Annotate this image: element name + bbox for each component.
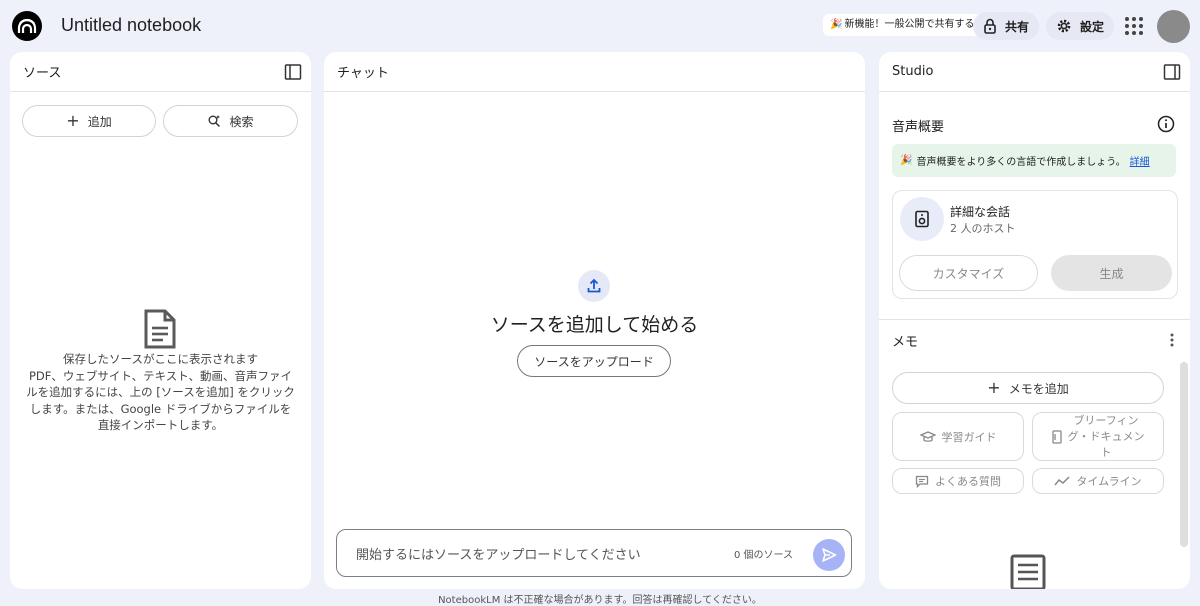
settings-label: 設定 bbox=[1080, 19, 1105, 34]
source-count: 0 個のソース bbox=[734, 550, 794, 561]
chat-input-placeholder: 開始するにはソースをアップロードしてください bbox=[356, 548, 641, 563]
add-source-label: 追加 bbox=[87, 114, 112, 129]
sparkle-search-icon bbox=[208, 115, 221, 128]
graduation-cap-icon bbox=[919, 430, 936, 442]
briefing-doc-button[interactable]: ブリーフィン グ・ドキュメン ト bbox=[1032, 412, 1164, 461]
speaker-icon bbox=[900, 197, 944, 241]
faq-button[interactable]: よくある質問 bbox=[892, 468, 1024, 494]
share-button[interactable]: 共有 bbox=[973, 12, 1040, 40]
sources-panel: ソース + 追加 検索 保存したソースがここに表示されます PDF、ウェブサイト… bbox=[10, 52, 311, 589]
search-source-button[interactable]: 検索 bbox=[163, 105, 298, 137]
studio-header: Studio bbox=[879, 52, 1190, 92]
sources-empty-state: 保存したソースがここに表示されます PDF、ウェブサイト、テキスト、動画、音声フ… bbox=[10, 351, 311, 434]
card-subtitle: 2 人のホスト bbox=[950, 222, 1016, 235]
notebooklm-logo-icon[interactable] bbox=[12, 11, 42, 41]
study-guide-label: 学習ガイド bbox=[941, 430, 997, 444]
new-feature-banner[interactable]: 🎉 新機能！一般公開で共有する bbox=[823, 14, 982, 36]
chat-title: チャット bbox=[337, 66, 389, 81]
language-info-banner: 🎉 音声概要をより多くの言語で作成しましょう。 詳細 bbox=[892, 144, 1176, 177]
upload-source-label: ソースをアップロード bbox=[534, 354, 654, 369]
search-source-label: 検索 bbox=[229, 114, 254, 129]
sources-header: ソース bbox=[10, 52, 311, 92]
audio-overview-title: 音声概要 bbox=[892, 120, 945, 135]
share-label: 共有 bbox=[1005, 19, 1030, 34]
briefing-label-2: グ・ドキュメン bbox=[1067, 429, 1145, 443]
memo-title: メモ bbox=[892, 335, 919, 350]
new-feature-text: 新機能！一般公開で共有する bbox=[844, 19, 975, 30]
document-icon bbox=[144, 309, 176, 349]
chat-header: チャット bbox=[324, 52, 865, 92]
studio-scrollbar[interactable] bbox=[1180, 362, 1188, 547]
empty-line-1: PDF、ウェブサイト、テキスト、動画、音声ファイ bbox=[28, 368, 293, 383]
study-guide-button[interactable]: 学習ガイド bbox=[892, 412, 1024, 461]
send-icon bbox=[822, 548, 837, 562]
apps-grid-icon[interactable] bbox=[1124, 16, 1144, 36]
customize-button[interactable]: カスタマイズ bbox=[899, 255, 1038, 291]
generate-button[interactable]: 生成 bbox=[1051, 255, 1172, 291]
more-vert-icon[interactable] bbox=[1169, 332, 1175, 348]
studio-panel: Studio 音声概要 🎉 音声概要をより多くの言語で作成しましょう。 詳細 詳… bbox=[879, 52, 1190, 589]
studio-title: Studio bbox=[892, 64, 934, 79]
audio-overview-card: 詳細な会話 2 人のホスト カスタマイズ 生成 bbox=[892, 190, 1178, 299]
send-button[interactable] bbox=[813, 539, 845, 571]
banner-details-link[interactable]: 詳細 bbox=[1130, 153, 1150, 168]
chat-panel: チャット ソースを追加して始める ソースをアップロード 開始するにはソースをアッ… bbox=[324, 52, 865, 589]
panel-collapse-icon[interactable] bbox=[284, 63, 302, 81]
banner-text: 音声概要をより多くの言語で作成しましょう。 bbox=[916, 157, 1126, 168]
empty-line-3: します。または、Google ドライブからファイルを bbox=[29, 401, 292, 416]
faq-icon bbox=[915, 475, 929, 488]
upload-icon bbox=[578, 270, 610, 302]
timeline-icon bbox=[1054, 476, 1070, 486]
lock-icon bbox=[984, 18, 996, 34]
faq-label: よくある質問 bbox=[935, 475, 1001, 488]
empty-line-2: ルを追加するには、上の [ソースを追加] をクリック bbox=[26, 385, 295, 399]
party-icon: 🎉 bbox=[900, 155, 913, 166]
empty-line-4: 直接インポートします。 bbox=[97, 418, 224, 432]
settings-button[interactable]: 設定 bbox=[1046, 12, 1115, 40]
generate-label: 生成 bbox=[1099, 266, 1124, 281]
briefing-label-3: ト bbox=[1100, 445, 1112, 459]
add-source-button[interactable]: + 追加 bbox=[22, 105, 156, 137]
plus-icon: + bbox=[987, 378, 1001, 397]
divider bbox=[879, 319, 1190, 320]
footer-disclaimer: NotebookLM は不正確な場合があります。回答は再確認してください。 bbox=[438, 595, 762, 606]
upload-source-button[interactable]: ソースをアップロード bbox=[517, 345, 671, 377]
add-memo-label: メモを追加 bbox=[1008, 381, 1069, 396]
plus-icon: + bbox=[66, 111, 80, 130]
timeline-label: タイムライン bbox=[1076, 475, 1142, 488]
timeline-button[interactable]: タイムライン bbox=[1032, 468, 1164, 494]
top-bar: Untitled notebook 🎉 新機能！一般公開で共有する 共有 設定 bbox=[0, 0, 1200, 52]
party-icon: 🎉 bbox=[830, 19, 843, 30]
panel-collapse-icon[interactable] bbox=[1163, 63, 1181, 81]
chat-empty-title: ソースを追加して始める bbox=[490, 314, 699, 336]
customize-label: カスタマイズ bbox=[932, 266, 1005, 281]
note-icon bbox=[1010, 554, 1046, 589]
chat-input[interactable]: 開始するにはソースをアップロードしてください 0 個のソース bbox=[336, 529, 852, 577]
gear-icon bbox=[1057, 19, 1071, 33]
card-title: 詳細な会話 bbox=[950, 205, 1011, 219]
info-icon[interactable] bbox=[1157, 115, 1175, 133]
sources-title: ソース bbox=[23, 66, 62, 81]
empty-title: 保存したソースがここに表示されます bbox=[63, 352, 258, 366]
add-memo-button[interactable]: + メモを追加 bbox=[892, 372, 1164, 404]
briefing-label-1: ブリーフィン bbox=[1073, 413, 1139, 427]
notebook-title[interactable]: Untitled notebook bbox=[61, 15, 201, 36]
avatar[interactable] bbox=[1157, 10, 1190, 43]
briefing-doc-icon bbox=[1051, 429, 1062, 444]
